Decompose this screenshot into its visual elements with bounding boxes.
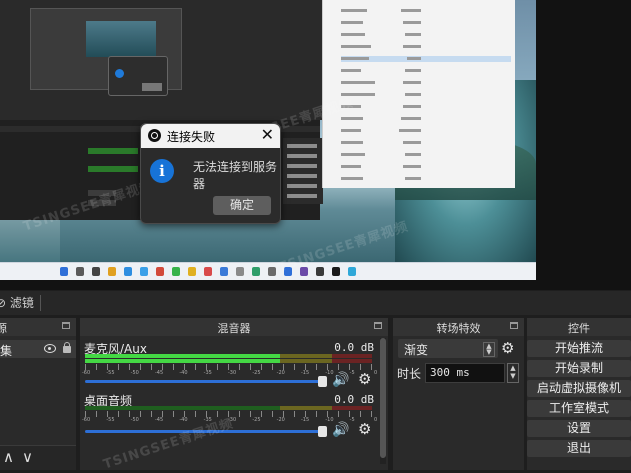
meter-tick-labels: -60 -55 -50 -45 -40 -35 -30 -25 -20 -15 -10 -5 0 (82, 370, 378, 378)
transitions-dock: 转场特效 渐变 ▲ ▼ ⚙ 时长 300 ms ▲ ▼ (393, 318, 524, 470)
exit-button[interactable]: 退出 (527, 440, 631, 457)
sources-dock: 源 集 ∧ ∨ (0, 318, 76, 470)
select-spinner-icon: ▲ ▼ (483, 342, 495, 357)
tick-label: -25 (252, 417, 261, 423)
dialog-titlebar: 连接失败 ✕ (141, 124, 280, 148)
sources-footer: ∧ ∨ (0, 445, 76, 470)
lock-icon[interactable] (63, 342, 71, 353)
volume-slider[interactable] (85, 376, 327, 387)
tick-label: 0 (374, 417, 378, 423)
speaker-icon[interactable]: 🔊 (332, 422, 349, 438)
tick-label: -20 (276, 417, 285, 423)
volume-meter (85, 406, 372, 410)
chevron-down-icon[interactable]: ∨ (22, 448, 33, 466)
audio-mixer-dock: 混音器 麦克风/Aux 0.0 dB -60 -55 -50 -45 -40 -35 -30… (80, 318, 388, 473)
eye-icon[interactable] (44, 344, 56, 353)
source-item[interactable]: 集 (0, 340, 76, 358)
tick-label: -45 (155, 417, 164, 423)
transition-select[interactable]: 渐变 ▲ ▼ (398, 339, 498, 358)
nested-controls-menu (283, 138, 323, 204)
task-manager-window (322, 0, 515, 188)
duration-label: 时长 (397, 367, 422, 381)
tick-label: -40 (179, 370, 188, 376)
volume-meter (85, 359, 372, 363)
float-dock-icon[interactable] (510, 322, 518, 329)
transitions-title: 转场特效 (436, 322, 481, 335)
start-virtual-camera-button[interactable]: 启动虚拟摄像机 (527, 380, 631, 397)
slider-handle[interactable] (318, 376, 327, 387)
start-recording-button[interactable]: 开始录制 (527, 360, 631, 377)
tick-label: -55 (106, 417, 115, 423)
channel-db: 0.0 dB (334, 393, 374, 406)
info-icon: i (150, 159, 174, 183)
transitions-header: 转场特效 (393, 318, 524, 336)
controls-title: 控件 (568, 322, 590, 335)
tick-label: -60 (82, 417, 91, 423)
tick-label: -45 (155, 370, 164, 376)
float-dock-icon[interactable] (374, 322, 382, 329)
tick-label: -50 (130, 370, 139, 376)
tick-label: -60 (82, 370, 91, 376)
gear-icon[interactable]: ⚙ (501, 339, 514, 357)
tick-label: -15 (301, 370, 310, 376)
nested-error-popup (108, 56, 168, 96)
mixer-header: 混音器 (80, 318, 388, 336)
divider (40, 295, 41, 311)
source-label: 集 (0, 344, 13, 358)
nested-ok-button (142, 83, 162, 91)
ok-button[interactable]: 确定 (213, 196, 271, 215)
studio-mode-button[interactable]: 工作室模式 (527, 400, 631, 417)
windows-taskbar (0, 262, 536, 280)
tick-label: -40 (179, 417, 188, 423)
info-icon (115, 69, 124, 78)
volume-meter (85, 354, 372, 358)
controls-header: 控件 (527, 318, 631, 336)
settings-button[interactable]: 设置 (527, 420, 631, 437)
scrollbar-thumb[interactable] (380, 338, 386, 458)
float-dock-icon[interactable] (62, 322, 70, 329)
controls-dock: 控件 开始推流 开始录制 启动虚拟摄像机 工作室模式 设置 退出 (527, 318, 631, 470)
nested-obs-window (0, 0, 325, 120)
preview-area: TSINGSEE青犀视频 TSINGSEE青犀视频 TSINGSEE青犀视频 连… (0, 0, 631, 290)
tick-label: -25 (252, 370, 261, 376)
nested-preview-inner (86, 21, 156, 57)
gear-icon[interactable]: ⚙ (358, 370, 371, 388)
duration-input[interactable]: 300 ms (425, 363, 505, 383)
tick-label: -50 (130, 417, 139, 423)
close-icon[interactable]: ✕ (261, 125, 274, 145)
tick-label: -5 (349, 370, 355, 376)
filters-toolbar: ⊘ 滤镜 (0, 291, 631, 315)
transition-value: 渐变 (404, 343, 429, 357)
tick-label: -5 (349, 417, 355, 423)
gear-icon[interactable]: ⚙ (358, 420, 371, 438)
tick-label: -55 (106, 370, 115, 376)
tick-label: -20 (276, 370, 285, 376)
duration-value: 300 ms (430, 366, 470, 379)
slider-handle[interactable] (318, 426, 327, 437)
tick-label: 0 (374, 370, 378, 376)
obs-logo-icon (148, 129, 161, 142)
mixer-title: 混音器 (217, 322, 251, 335)
tick-label: -15 (301, 417, 310, 423)
chevron-up-icon[interactable]: ∧ (3, 448, 14, 466)
mixer-scrollbar[interactable] (380, 338, 386, 464)
speaker-icon[interactable]: 🔊 (332, 372, 349, 388)
filters-button[interactable]: ⊘ 滤镜 (0, 294, 36, 312)
connection-failed-dialog: 连接失败 ✕ i 无法连接到服务器 确定 (140, 123, 281, 224)
tick-label: -35 (203, 370, 212, 376)
start-streaming-button[interactable]: 开始推流 (527, 340, 631, 357)
tick-label: -30 (228, 370, 237, 376)
duration-stepper[interactable]: ▲ ▼ (507, 363, 519, 383)
channel-db: 0.0 dB (334, 341, 374, 354)
dialog-title: 连接失败 (167, 130, 216, 144)
sources-header: 源 (0, 318, 76, 336)
dialog-message: 无法连接到服务器 (193, 160, 278, 191)
